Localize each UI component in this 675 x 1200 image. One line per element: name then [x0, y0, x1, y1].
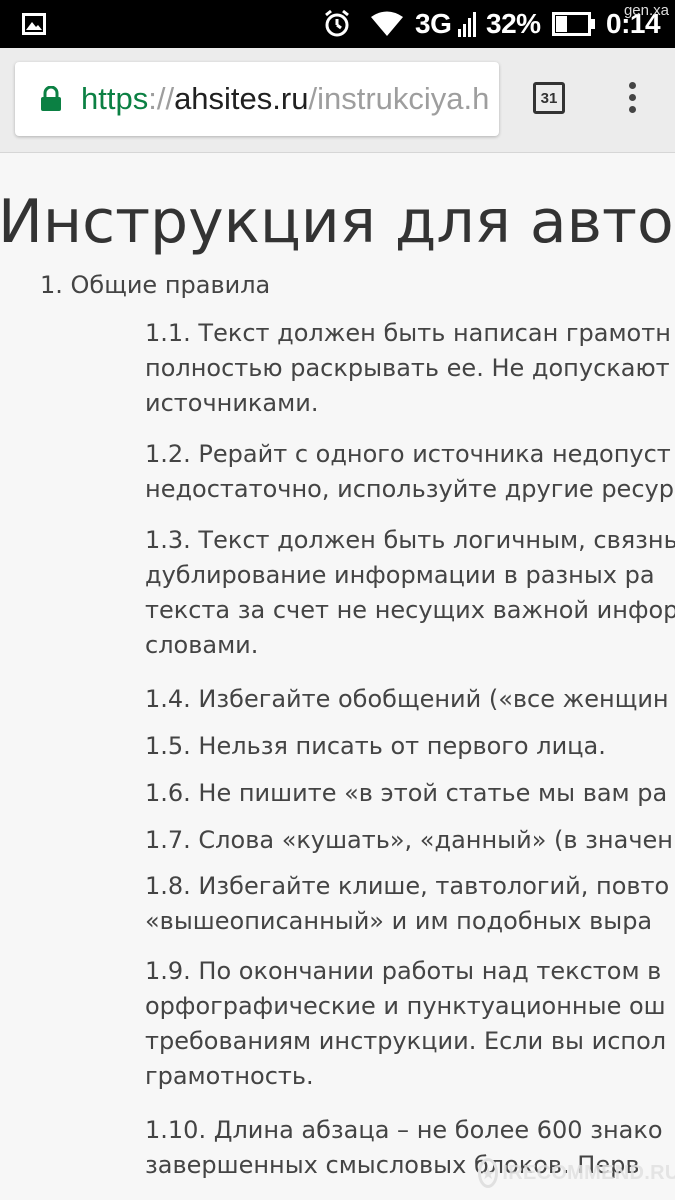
overflow-menu-icon[interactable]: [622, 82, 642, 118]
signal-icon: [458, 0, 478, 48]
wifi-icon: [370, 0, 404, 48]
rule-item-1-3: 1.3. Текст должен быть логичным, связны д…: [145, 526, 675, 659]
rule-item-1-2: 1.2. Рерайт с одного источника недопуст н…: [145, 440, 674, 503]
rule-item-1-5: 1.5. Нельзя писать от первого лица.: [145, 732, 606, 760]
rule-item-1-10: 1.10. Длина абзаца – не более 600 знако з…: [145, 1116, 663, 1179]
url-host: ahsites.ru: [174, 81, 309, 116]
browser-toolbar: https://ahsites.ru/instrukciya.h 31: [0, 48, 675, 153]
gallery-notification-icon: [22, 0, 46, 48]
rule-item-1-1: 1.1. Текст должен быть написан грамотн по…: [145, 319, 671, 417]
rule-item-1-6: 1.6. Не пишите «в этой статье мы вам ра: [145, 779, 668, 807]
status-bar: 3G 32% 0:14 gen.xa: [0, 0, 675, 48]
battery-percent: 32%: [486, 8, 541, 39]
tab-count: 31: [540, 89, 558, 107]
section-heading: 1. Общие правила: [40, 271, 271, 299]
url-scheme: https: [81, 81, 149, 116]
page-title: Инструкция для авторо: [0, 187, 675, 257]
battery-icon: [552, 0, 596, 48]
url-separator: ://: [148, 81, 175, 116]
network-type: 3G: [415, 8, 452, 39]
tab-switcher-button[interactable]: 31: [533, 82, 565, 114]
rule-item-1-4: 1.4. Избегайте обобщений («все женщин: [145, 685, 669, 713]
address-bar[interactable]: https://ahsites.ru/instrukciya.h: [15, 62, 499, 136]
url-path: /instrukciya.h: [308, 81, 490, 116]
rule-item-1-8: 1.8. Избегайте клише, тавтологий, повто «…: [145, 872, 670, 935]
page-content: Инструкция для авторо 1. Общие правила 1…: [0, 153, 675, 1200]
rule-item-1-9: 1.9. По окончании работы над текстом в ор…: [145, 957, 667, 1090]
watermark-top: gen.xa: [623, 2, 669, 19]
alarm-icon: [322, 0, 352, 48]
url-text[interactable]: https://ahsites.ru/instrukciya.h: [81, 62, 489, 136]
lock-icon: [40, 85, 62, 116]
rule-item-1-7: 1.7. Слова «кушать», «данный» (в значен: [145, 826, 673, 854]
